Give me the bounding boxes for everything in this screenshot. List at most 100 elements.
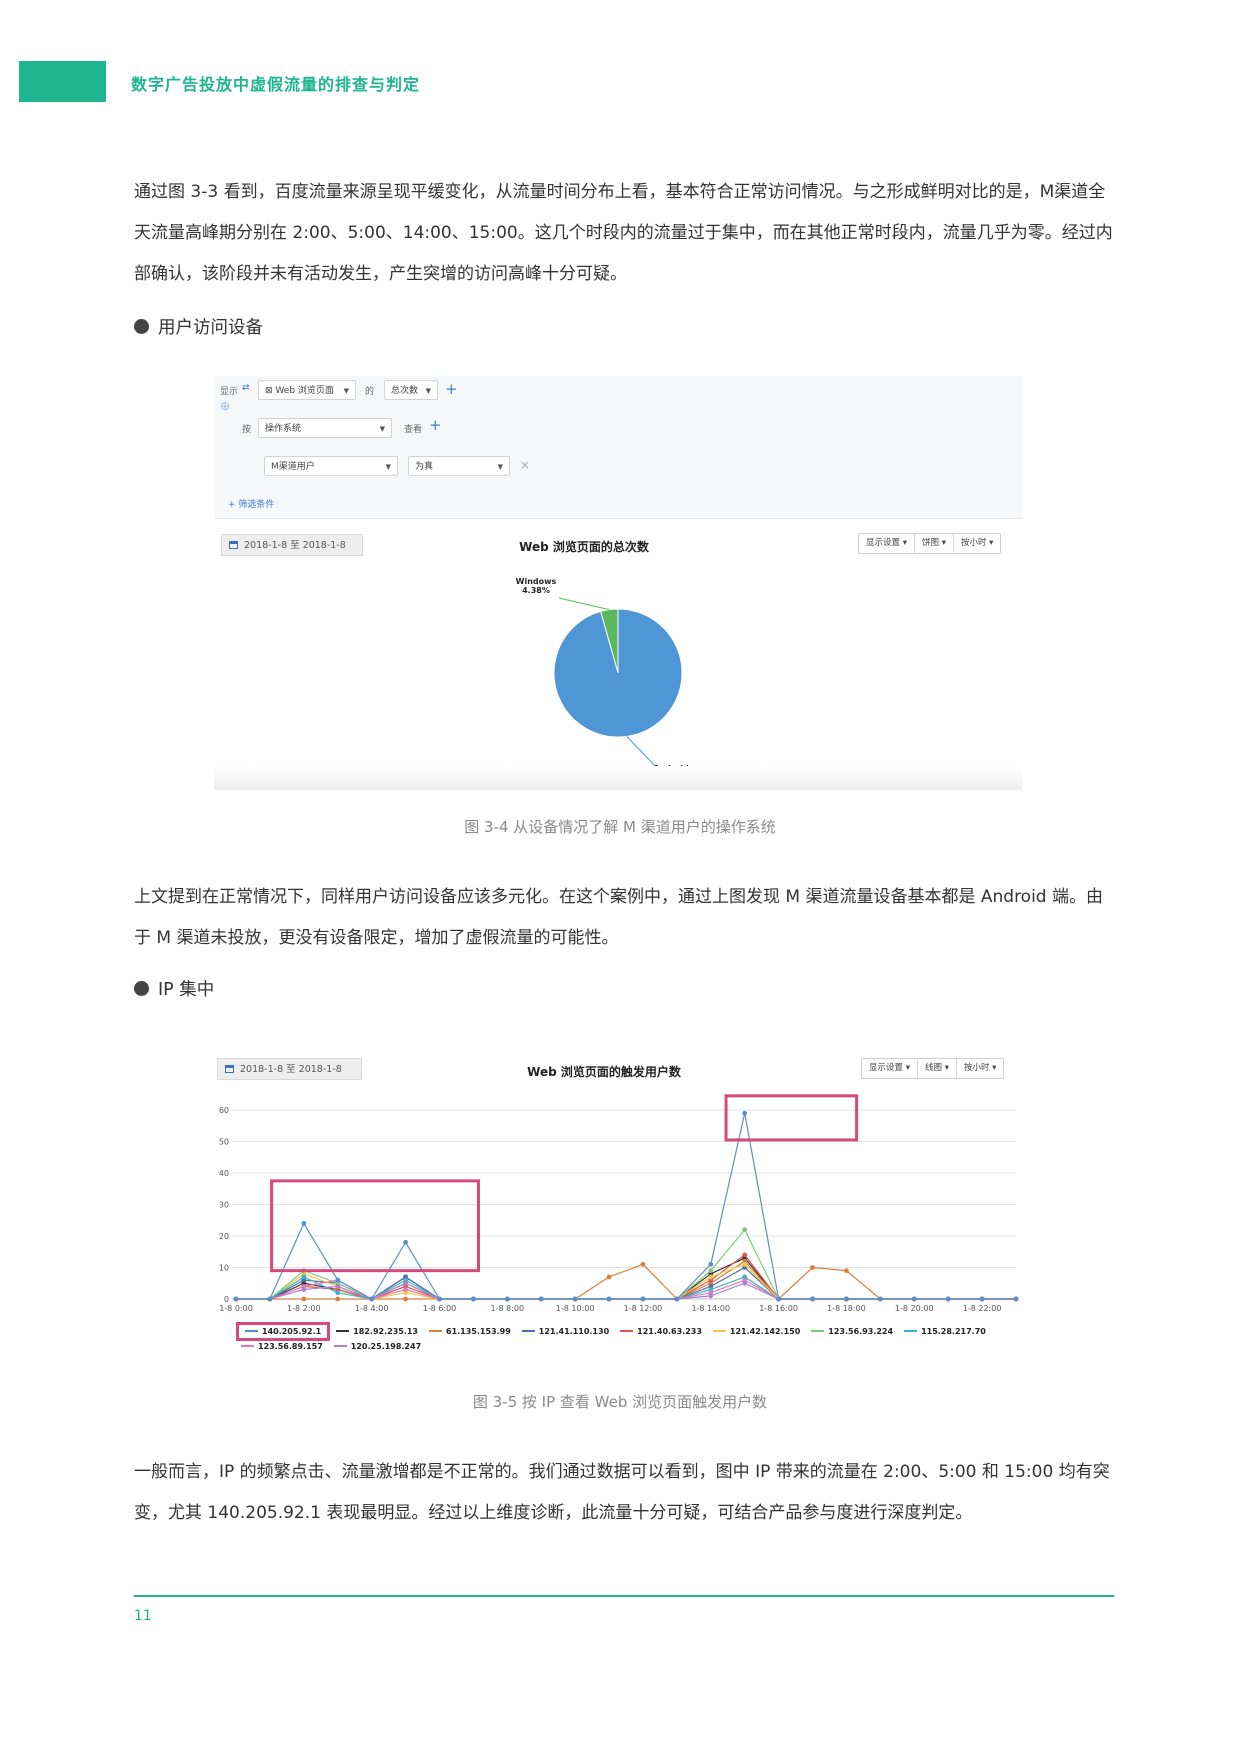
- data-point: [233, 1296, 239, 1302]
- legend-label: 115.28.217.70: [921, 1327, 986, 1336]
- of-label: 的: [365, 387, 375, 397]
- data-point: [369, 1296, 375, 1302]
- legend-swatch: [245, 1330, 258, 1332]
- data-point: [708, 1268, 714, 1274]
- legend-item[interactable]: 121.42.142.150: [712, 1327, 801, 1336]
- add-filter-link[interactable]: + 筛选条件: [228, 497, 274, 510]
- data-point: [844, 1268, 849, 1274]
- y-tick-label: 10: [219, 1264, 229, 1273]
- data-point: [810, 1296, 815, 1302]
- legend-label: 182.92.235.13: [353, 1327, 418, 1336]
- legend-label: 121.41.110.130: [538, 1327, 610, 1336]
- data-point: [708, 1293, 714, 1299]
- y-tick-label: 40: [219, 1169, 229, 1178]
- legend-item[interactable]: 120.25.198.247: [333, 1342, 421, 1351]
- data-point: [877, 1296, 883, 1302]
- data-point: [911, 1296, 917, 1302]
- swap-icon[interactable]: ⇄: [242, 383, 250, 393]
- data-point: [674, 1296, 680, 1302]
- data-point: [335, 1290, 341, 1296]
- data-point: [572, 1296, 578, 1302]
- legend-swatch: [904, 1330, 918, 1332]
- metric-select[interactable]: 总次数 ▼: [384, 380, 438, 400]
- data-point: [708, 1274, 714, 1280]
- y-tick-label: 20: [219, 1232, 229, 1241]
- legend-swatch: [712, 1330, 726, 1332]
- legend-swatch: [336, 1330, 350, 1332]
- figure-device-pie: 显示 ⇄ ⊠ Web 浏览页面 ▼ 的 总次数 ▼ + ⊕ 按 操作系统 ▼ 查看 +…: [214, 376, 1022, 790]
- chevron-down-icon: ▼: [379, 425, 385, 433]
- data-point: [403, 1280, 408, 1286]
- legend-item[interactable]: 121.41.110.130: [521, 1327, 610, 1336]
- figure-bottom-fade: [214, 766, 1022, 790]
- group-by-select[interactable]: 操作系统 ▼: [258, 418, 392, 438]
- y-tick-label: 50: [219, 1138, 229, 1147]
- data-point: [606, 1296, 612, 1302]
- add-circle-icon[interactable]: ⊕: [220, 399, 230, 413]
- x-tick-label: 1-8 8:00: [491, 1304, 525, 1313]
- data-point: [301, 1221, 307, 1226]
- legend-swatch: [429, 1330, 442, 1332]
- legend-item[interactable]: 123.56.93.224: [811, 1327, 893, 1336]
- x-tick-label: 1-8 16:00: [759, 1304, 798, 1313]
- header-title: 数字广告投放中虚假流量的排查与判定: [131, 75, 421, 94]
- data-point: [301, 1296, 307, 1302]
- bullet-dot-icon: [134, 981, 149, 996]
- show-label: 显示: [220, 387, 239, 397]
- data-point: [810, 1265, 815, 1270]
- data-point: [844, 1296, 849, 1302]
- event-select[interactable]: ⊠ Web 浏览页面 ▼: [258, 380, 356, 400]
- legend-label: 140.205.92.1: [262, 1327, 322, 1336]
- data-point: [708, 1261, 714, 1267]
- data-point: [504, 1296, 510, 1302]
- chevron-down-icon: ▼: [385, 463, 391, 471]
- close-icon[interactable]: ×: [520, 458, 530, 472]
- line-chart: 0 10 20 30 40 50 60 1-8 0:00 1-8 2:00 1-8 4:00 1-8…: [219, 1094, 1019, 1313]
- add-metric-plus-icon[interactable]: +: [445, 382, 458, 397]
- data-point: [403, 1239, 408, 1245]
- legend-item[interactable]: 182.92.235.13: [336, 1327, 418, 1336]
- data-point: [742, 1252, 748, 1258]
- legend-item[interactable]: 61.135.153.99: [429, 1327, 511, 1336]
- header-accent-block: [19, 61, 106, 102]
- event-select-icon: ⊠: [265, 386, 276, 396]
- x-tick-label: 1-8 18:00: [827, 1304, 866, 1313]
- filter-operator-select[interactable]: 为真 ▼: [408, 456, 510, 476]
- data-point: [742, 1261, 748, 1267]
- data-point: [742, 1227, 748, 1233]
- x-tick-label: 1-8 14:00: [691, 1304, 730, 1313]
- legend-item[interactable]: 121.40.63.233: [620, 1327, 702, 1336]
- pie-value-label: 4.38%: [522, 586, 550, 595]
- pie-label-windows: Windows: [516, 577, 557, 586]
- page-number: 11: [134, 1608, 152, 1624]
- legend-item[interactable]: 115.28.217.70: [904, 1327, 986, 1336]
- data-point: [1013, 1296, 1019, 1302]
- chevron-down-icon: ▼: [497, 463, 503, 471]
- figure-caption-2: 图 3-5 按 IP 查看 Web 浏览页面触发用户数: [472, 1393, 768, 1411]
- data-point: [403, 1296, 408, 1302]
- legend-item[interactable]: 140.205.92.1: [235, 1322, 331, 1341]
- filter-property-select[interactable]: M渠道用户 ▼: [264, 456, 398, 476]
- legend-swatch: [521, 1330, 535, 1332]
- figure-caption-1: 图 3-4 从设备情况了解 M 渠道用户的操作系统: [464, 818, 776, 836]
- pie-label-leader: [558, 597, 610, 611]
- data-point: [742, 1280, 748, 1286]
- legend-label: 121.40.63.233: [637, 1327, 702, 1336]
- legend-label: 121.42.142.150: [729, 1327, 801, 1336]
- legend-label: 123.56.89.157: [258, 1342, 323, 1351]
- data-point: [640, 1296, 646, 1302]
- x-tick-label: 1-8 22:00: [963, 1304, 1002, 1313]
- data-point: [335, 1296, 341, 1302]
- x-tick-label: 1-8 20:00: [895, 1304, 934, 1313]
- add-group-plus-icon[interactable]: +: [429, 418, 442, 433]
- x-tick-label: 1-8 4:00: [355, 1304, 389, 1313]
- series-line: [236, 1279, 1016, 1300]
- data-point: [267, 1296, 273, 1302]
- by-label: 按: [242, 425, 252, 435]
- legend-item[interactable]: 123.56.89.157: [241, 1342, 323, 1351]
- chevron-down-icon: ▼: [425, 387, 431, 395]
- view-label: 查看: [404, 425, 423, 435]
- x-tick-label: 1-8 2:00: [287, 1304, 321, 1313]
- legend-swatch: [241, 1345, 254, 1347]
- data-point: [640, 1261, 646, 1267]
